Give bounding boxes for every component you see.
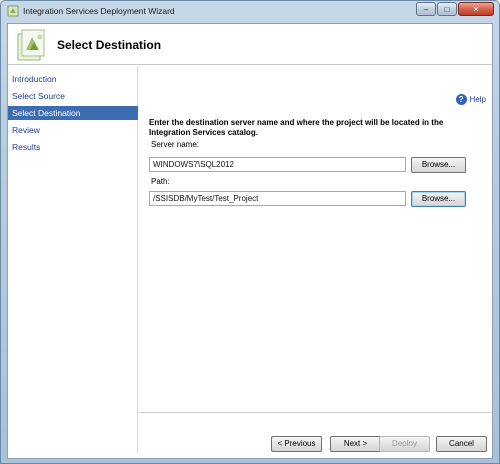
nav-item-review[interactable]: Review xyxy=(8,123,138,137)
nav-item-results[interactable]: Results xyxy=(8,140,138,154)
footer-divider xyxy=(139,412,492,413)
instructions-text: Enter the destination server name and wh… xyxy=(149,118,444,137)
server-name-input[interactable]: WINDOWS7\SQL2012 xyxy=(149,157,406,172)
maximize-button[interactable]: □ xyxy=(437,2,457,16)
help-icon: ? xyxy=(455,94,467,105)
wizard-header: Select Destination xyxy=(8,24,492,65)
path-input[interactable]: /SSISDB/MyTest/Test_Project xyxy=(149,191,406,206)
close-button[interactable]: ✕ xyxy=(458,2,494,16)
server-browse-button[interactable]: Browse... xyxy=(411,157,466,173)
app-icon xyxy=(7,5,19,17)
nav-item-select-source[interactable]: Select Source xyxy=(8,89,138,103)
nav-item-introduction[interactable]: Introduction xyxy=(8,72,138,86)
wizard-client-area: Select Destination Introduction Select S… xyxy=(7,23,493,459)
deploy-button[interactable]: Deploy xyxy=(379,436,430,452)
wizard-window: Integration Services Deployment Wizard –… xyxy=(0,0,500,464)
path-browse-button[interactable]: Browse... xyxy=(411,191,466,207)
nav-item-select-destination[interactable]: Select Destination xyxy=(8,106,138,120)
page-title: Select Destination xyxy=(57,38,162,52)
next-button[interactable]: Next > xyxy=(330,436,381,452)
wizard-step-nav: Introduction Select Source Select Destin… xyxy=(8,66,138,454)
previous-button[interactable]: < Previous xyxy=(271,436,322,452)
wizard-logo-icon xyxy=(17,29,45,61)
title-bar: Integration Services Deployment Wizard –… xyxy=(1,1,499,22)
main-panel: ? Help Enter the destination server name… xyxy=(139,66,492,412)
help-link[interactable]: ? Help xyxy=(455,94,486,105)
help-label: Help xyxy=(469,95,486,104)
server-name-label: Server name: xyxy=(151,140,200,149)
cancel-button[interactable]: Cancel xyxy=(436,436,487,452)
wizard-footer: < Previous Next > Deploy Cancel xyxy=(8,428,492,458)
window-title: Integration Services Deployment Wizard xyxy=(23,6,175,16)
minimize-button[interactable]: – xyxy=(416,2,436,16)
path-label: Path: xyxy=(151,177,170,186)
window-controls: – □ ✕ xyxy=(416,2,494,16)
